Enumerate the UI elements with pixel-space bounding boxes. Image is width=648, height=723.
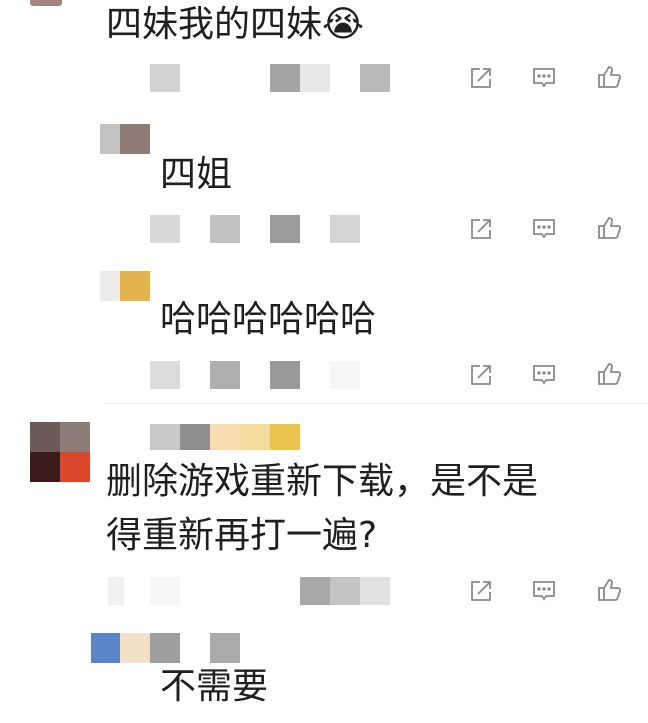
meta-blur — [270, 215, 300, 243]
share-icon[interactable] — [468, 362, 494, 388]
comment-text: 删除游戏重新下载，是不是 — [106, 461, 539, 502]
comment-icon[interactable] — [531, 216, 557, 242]
comment-icon[interactable] — [531, 362, 557, 388]
thumbs-up-icon[interactable] — [596, 215, 622, 241]
meta-blur — [210, 215, 240, 243]
meta-blur — [270, 361, 300, 389]
username-blur — [150, 633, 180, 663]
avatar[interactable] — [100, 271, 120, 301]
meta-blur — [300, 64, 330, 92]
username-blur — [240, 424, 270, 450]
meta-blur — [150, 361, 180, 389]
username-blur — [270, 424, 300, 450]
avatar[interactable] — [120, 271, 150, 301]
reply-text: 不需要 — [160, 666, 269, 707]
meta-blur — [108, 577, 124, 605]
share-icon[interactable] — [468, 216, 494, 242]
meta-blur — [150, 64, 180, 92]
thumbs-up-icon[interactable] — [596, 577, 622, 603]
username-blur — [150, 424, 180, 450]
meta-blur — [210, 361, 240, 389]
username-blur — [210, 633, 240, 663]
comment-icon[interactable] — [531, 578, 557, 604]
meta-blur — [360, 577, 390, 605]
reply-text: 哈哈哈哈哈哈 — [160, 299, 377, 340]
divider — [104, 403, 648, 404]
avatar[interactable] — [100, 124, 120, 154]
comment-icon[interactable] — [531, 65, 557, 91]
avatar[interactable] — [120, 633, 150, 663]
meta-blur — [150, 215, 180, 243]
comment-text: 得重新再打一遍? — [106, 515, 378, 556]
avatar[interactable] — [30, 0, 62, 6]
share-icon[interactable] — [468, 65, 494, 91]
avatar[interactable] — [120, 124, 150, 154]
meta-blur — [330, 577, 360, 605]
meta-blur — [330, 215, 360, 243]
meta-blur — [300, 577, 330, 605]
avatar[interactable] — [30, 422, 90, 482]
meta-blur — [360, 64, 390, 92]
thumbs-up-icon[interactable] — [596, 64, 622, 90]
meta-blur — [270, 64, 300, 92]
avatar[interactable] — [91, 633, 120, 663]
meta-blur — [150, 577, 180, 605]
reply-text: 四姐 — [160, 154, 233, 195]
share-icon[interactable] — [468, 578, 494, 604]
thumbs-up-icon[interactable] — [596, 361, 622, 387]
username-blur — [180, 424, 210, 450]
comment-text: 四妹我的四妹😭 — [106, 4, 365, 45]
meta-blur — [330, 361, 360, 389]
username-blur — [210, 424, 240, 450]
